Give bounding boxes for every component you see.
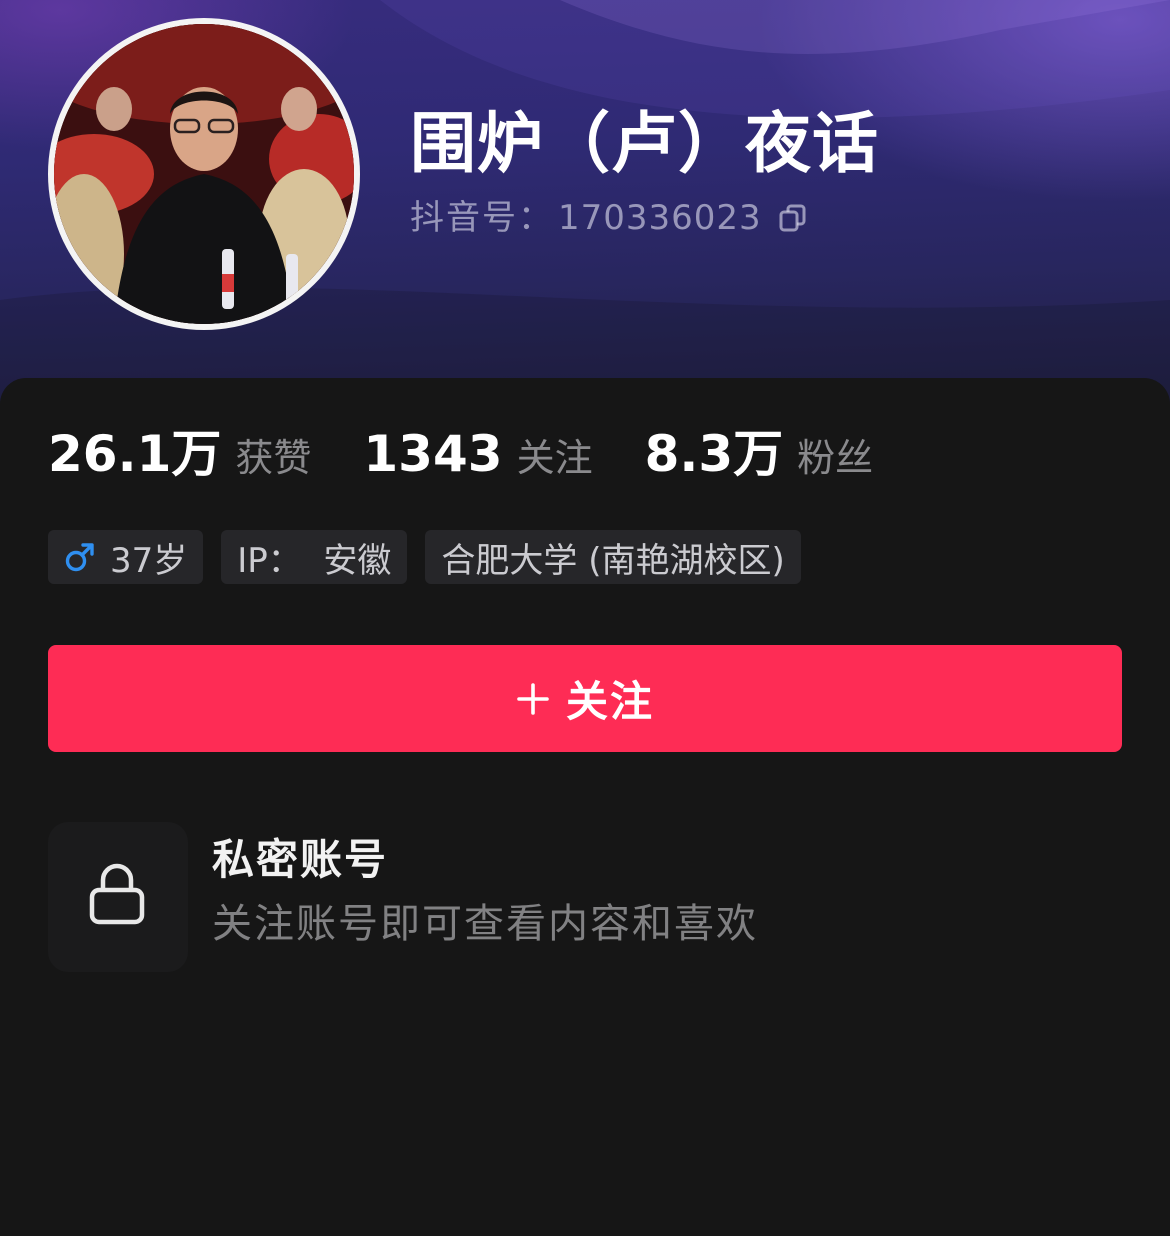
stat-followers-label: 粉丝 — [797, 436, 874, 480]
profile-name: 围炉（卢）夜话 — [410, 105, 879, 182]
douyin-id-label: 抖音号： — [410, 198, 554, 238]
plus-icon — [516, 682, 550, 716]
age-text: 37岁 — [110, 540, 188, 581]
age-tag: 37岁 — [48, 530, 204, 584]
stat-following[interactable]: 1343 关注 — [363, 424, 592, 488]
private-account-notice: 私密账号 关注账号即可查看内容和喜欢 — [48, 822, 1122, 972]
ip-location-tag: IP： 安徽 — [221, 530, 408, 584]
douyin-id-value: 170336023 — [558, 198, 762, 238]
stat-likes-value: 26.1万 — [48, 425, 222, 483]
profile-page: 围炉（卢）夜话 抖音号： 170336023 26.1万 获赞 1343 关注 — [0, 0, 1170, 1236]
private-account-description: 关注账号即可查看内容和喜欢 — [212, 901, 758, 947]
copy-icon[interactable] — [778, 203, 808, 233]
douyin-id-row: 抖音号： 170336023 — [410, 196, 808, 240]
profile-header: 围炉（卢）夜话 抖音号： 170336023 — [0, 0, 1170, 420]
stat-likes[interactable]: 26.1万 获赞 — [48, 424, 311, 488]
stat-likes-label: 获赞 — [235, 436, 312, 480]
profile-tags: 37岁 IP： 安徽 合肥大学 (南艳湖校区) — [48, 530, 819, 584]
stat-followers-value: 8.3万 — [644, 425, 784, 483]
stat-following-label: 关注 — [516, 436, 593, 480]
stats-row: 26.1万 获赞 1343 关注 8.3万 粉丝 — [48, 424, 925, 488]
avatar-photo-drawing — [54, 24, 354, 324]
private-account-title: 私密账号 — [212, 835, 389, 884]
follow-button[interactable]: 关注 — [48, 645, 1122, 752]
ip-location-text: IP： 安徽 — [237, 540, 392, 581]
male-icon — [64, 541, 96, 573]
lock-icon — [88, 860, 146, 926]
lock-icon-container — [48, 822, 188, 972]
profile-content-panel: 26.1万 获赞 1343 关注 8.3万 粉丝 37岁 IP： 安徽 合肥大学… — [0, 378, 1170, 1236]
avatar-photo — [54, 24, 354, 324]
avatar[interactable] — [48, 18, 360, 330]
stat-followers[interactable]: 8.3万 粉丝 — [645, 424, 874, 488]
school-tag[interactable]: 合肥大学 (南艳湖校区) — [425, 530, 801, 584]
follow-button-label: 关注 — [565, 677, 654, 726]
stat-following-value: 1343 — [363, 425, 503, 483]
school-text: 合肥大学 (南艳湖校区) — [441, 540, 785, 581]
